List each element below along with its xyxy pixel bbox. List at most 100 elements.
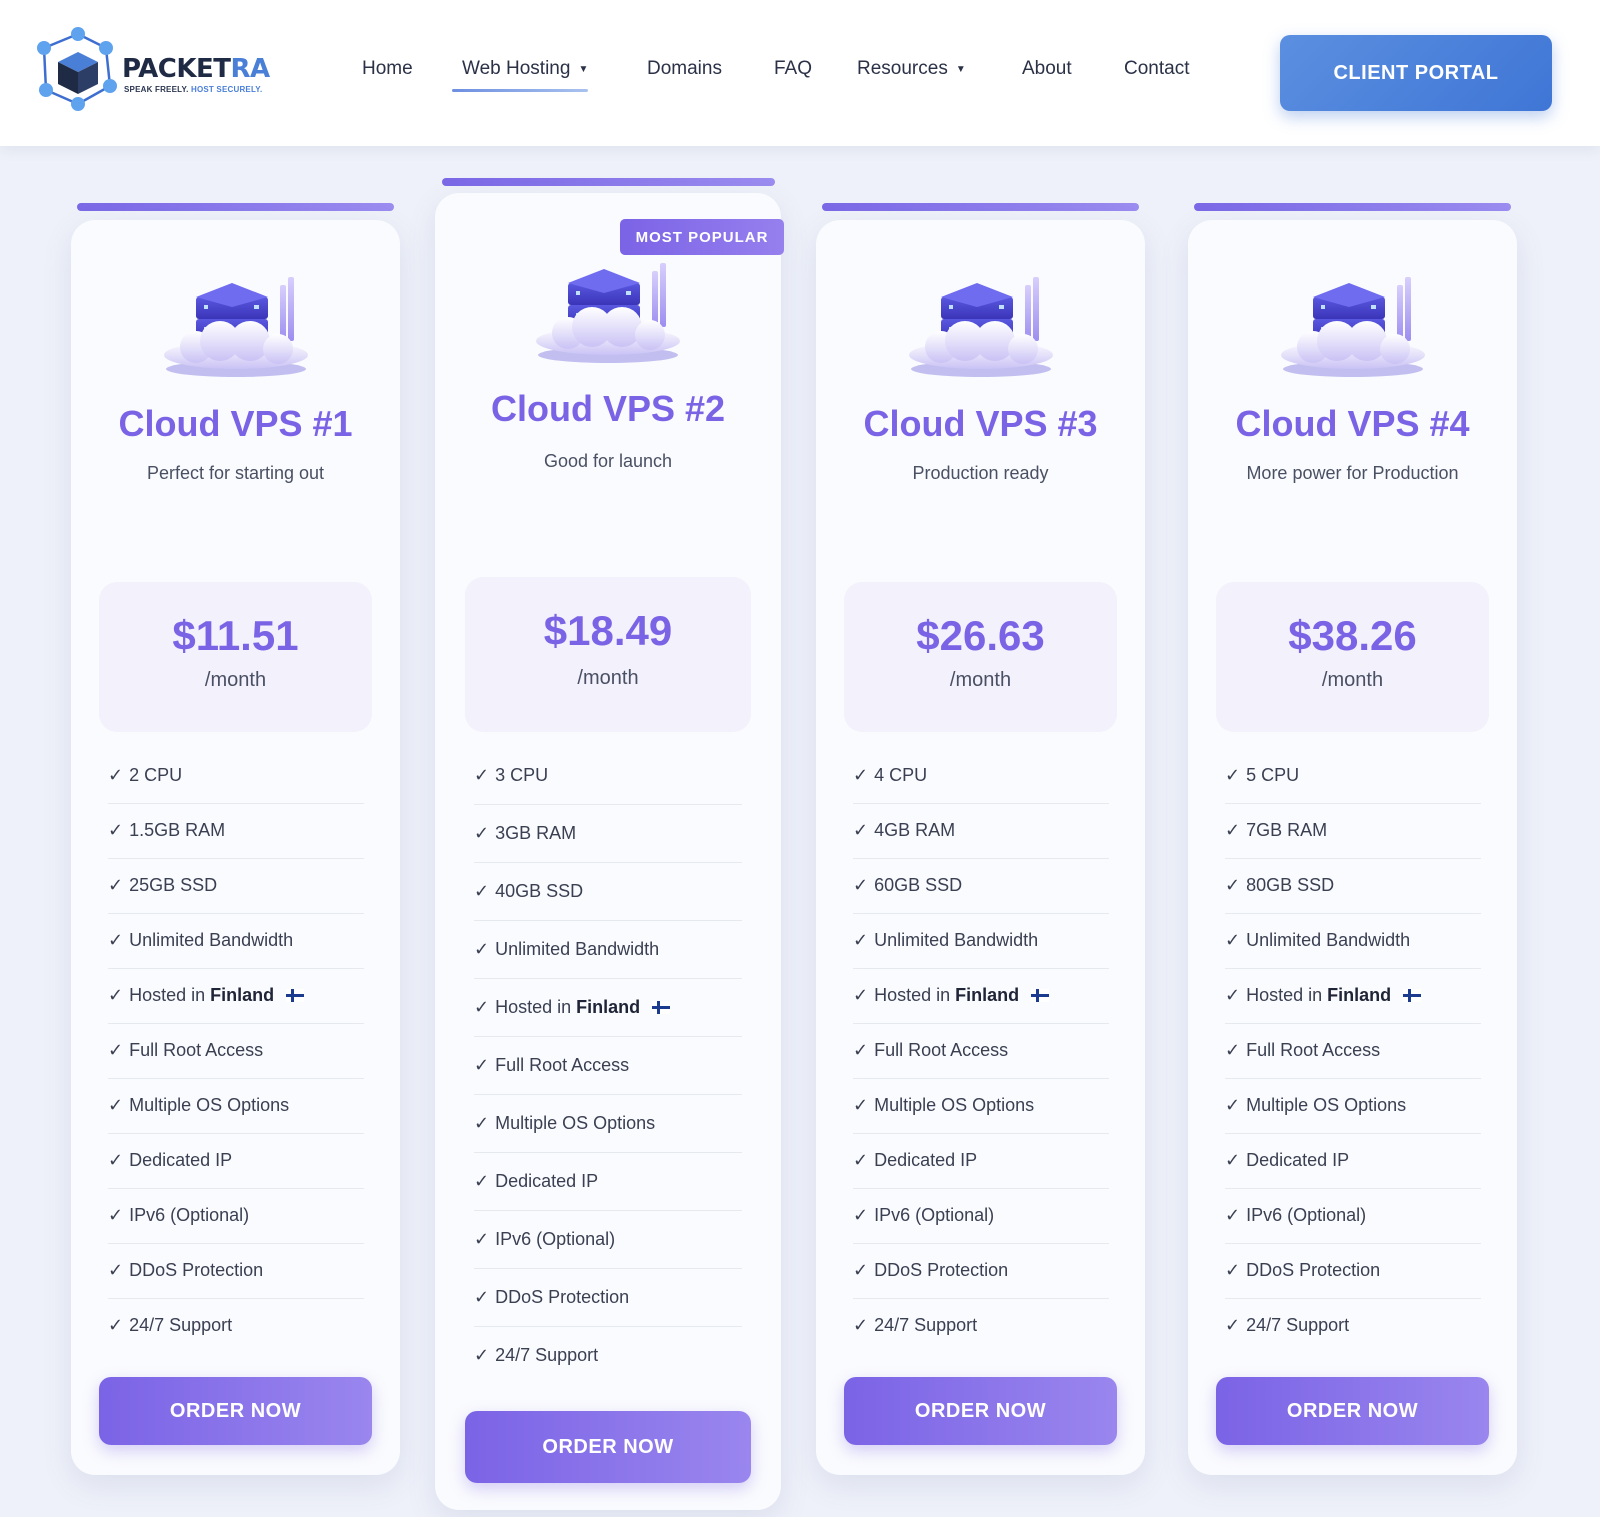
feature-text: Hosted in bbox=[874, 985, 951, 1005]
feature-text: 24/7 Support bbox=[1246, 1315, 1350, 1335]
feature-item: ✓ IPv6 (Optional) bbox=[853, 1190, 1109, 1244]
feature-text: 2 CPU bbox=[129, 765, 183, 785]
tagline-part2: HOST SECURELY. bbox=[188, 85, 263, 94]
feature-item: ✓ Full Root Access bbox=[108, 1025, 364, 1079]
finland-flag-icon bbox=[1403, 989, 1422, 1002]
feature-text: Multiple OS Options bbox=[129, 1095, 290, 1115]
plan-card-2: Cloud VPS #2 Good for launch $18.49 /mon… bbox=[435, 193, 781, 1510]
nav-resources[interactable]: Resources ▼ bbox=[857, 58, 966, 80]
feature-item: ✓ 4GB RAM bbox=[853, 805, 1109, 859]
feature-text: 24/7 Support bbox=[129, 1315, 233, 1335]
feature-text: DDoS Protection bbox=[1246, 1260, 1381, 1280]
feature-item: ✓ Unlimited Bandwidth bbox=[1225, 915, 1481, 969]
feature-text: IPv6 (Optional) bbox=[495, 1229, 616, 1249]
price-period: /month bbox=[577, 667, 639, 689]
plan-price: $18.49 bbox=[543, 607, 673, 654]
feature-item-location: ✓ Hosted in Finland bbox=[474, 981, 742, 1037]
feature-item: ✓ IPv6 (Optional) bbox=[1225, 1190, 1481, 1244]
location-name: Finland bbox=[576, 997, 641, 1017]
price-box: $26.63 /month bbox=[844, 582, 1117, 732]
order-now-button[interactable]: ORDER NOW bbox=[1216, 1377, 1489, 1445]
tagline-part1: SPEAK FREELY. bbox=[124, 85, 189, 94]
feature-text: Hosted in bbox=[495, 997, 572, 1017]
nav-domains[interactable]: Domains bbox=[647, 58, 722, 80]
feature-item: ✓ 24/7 Support bbox=[1225, 1315, 1350, 1335]
plan-2-accent-bar bbox=[442, 178, 775, 186]
feature-item-location: ✓ Hosted in Finland bbox=[1225, 970, 1481, 1024]
cloud-server-icon bbox=[1280, 277, 1425, 377]
plan-subtitle: More power for Production bbox=[1246, 463, 1459, 483]
active-nav-indicator bbox=[452, 89, 588, 92]
feature-text: Hosted in bbox=[1246, 985, 1323, 1005]
feature-item: ✓ 80GB SSD bbox=[1225, 860, 1481, 914]
feature-item: ✓ 24/7 Support bbox=[474, 1345, 599, 1365]
feature-item: ✓ 5 CPU bbox=[1225, 750, 1481, 804]
nav-faq[interactable]: FAQ bbox=[774, 58, 812, 80]
cloud-server-icon bbox=[163, 277, 308, 377]
plan-card-4: Cloud VPS #4 More power for Production $… bbox=[1188, 220, 1517, 1475]
feature-text: 3GB RAM bbox=[495, 823, 577, 843]
feature-item: ✓ Dedicated IP bbox=[853, 1135, 1109, 1189]
feature-item: ✓ Multiple OS Options bbox=[1225, 1080, 1481, 1134]
feature-item: ✓ Multiple OS Options bbox=[853, 1080, 1109, 1134]
feature-text: 7GB RAM bbox=[1246, 820, 1328, 840]
feature-item: ✓ Full Root Access bbox=[1225, 1025, 1481, 1079]
nav-web-hosting-label: Web Hosting bbox=[462, 58, 571, 79]
nav-web-hosting[interactable]: Web Hosting ▼ bbox=[462, 58, 588, 80]
nav-about[interactable]: About bbox=[1022, 58, 1072, 80]
feature-text: Dedicated IP bbox=[495, 1171, 599, 1191]
feature-text: 5 CPU bbox=[1246, 765, 1300, 785]
price-box: $11.51 /month bbox=[99, 582, 372, 732]
feature-text: 4GB RAM bbox=[874, 820, 956, 840]
order-now-button[interactable]: ORDER NOW bbox=[99, 1377, 372, 1445]
feature-item: ✓ DDoS Protection bbox=[853, 1245, 1109, 1299]
feature-text: Dedicated IP bbox=[1246, 1150, 1350, 1170]
most-popular-badge: MOST POPULAR bbox=[620, 219, 784, 255]
brand-name-part2: RA bbox=[230, 54, 271, 84]
price-box: $18.49 /month bbox=[465, 577, 751, 732]
location-name: Finland bbox=[1327, 985, 1392, 1005]
nav-home[interactable]: Home bbox=[362, 58, 413, 80]
plan-price: $38.26 bbox=[1288, 612, 1417, 659]
price-period: /month bbox=[949, 669, 1012, 691]
feature-text: Full Root Access bbox=[129, 1040, 264, 1060]
plan-title: Cloud VPS #4 bbox=[1235, 403, 1470, 444]
nav-faq-label: FAQ bbox=[774, 58, 813, 79]
feature-text: 80GB SSD bbox=[1246, 875, 1335, 895]
plan-4-accent-bar bbox=[1194, 203, 1511, 211]
feature-text: 40GB SSD bbox=[495, 881, 584, 901]
feature-text: IPv6 (Optional) bbox=[874, 1205, 995, 1225]
feature-item-location: ✓ Hosted in Finland bbox=[853, 970, 1109, 1024]
nav-about-label: About bbox=[1022, 58, 1072, 79]
feature-item: ✓ 24/7 Support bbox=[853, 1315, 978, 1335]
feature-text: Hosted in bbox=[129, 985, 206, 1005]
nav-home-label: Home bbox=[362, 58, 413, 79]
feature-item: ✓ Multiple OS Options bbox=[108, 1080, 364, 1134]
feature-text: 24/7 Support bbox=[495, 1345, 599, 1365]
brand-logo[interactable]: PACKETRA SPEAK FREELY. HOST SECURELY. bbox=[34, 24, 274, 114]
feature-item: ✓ Unlimited Bandwidth bbox=[474, 923, 742, 979]
plan-subtitle: Good for launch bbox=[543, 451, 673, 471]
order-now-button[interactable]: ORDER NOW bbox=[844, 1377, 1117, 1445]
feature-text: Unlimited Bandwidth bbox=[129, 930, 294, 950]
nav-domains-label: Domains bbox=[647, 58, 722, 79]
client-portal-button[interactable]: CLIENT PORTAL bbox=[1280, 35, 1552, 111]
caret-down-icon: ▼ bbox=[955, 64, 966, 75]
order-now-button[interactable]: ORDER NOW bbox=[465, 1411, 751, 1483]
feature-text: 60GB SSD bbox=[874, 875, 963, 895]
feature-text: 1.5GB RAM bbox=[129, 820, 226, 840]
nav-contact[interactable]: Contact bbox=[1124, 58, 1189, 80]
finland-flag-icon bbox=[652, 1001, 671, 1014]
feature-item: ✓ 2 CPU bbox=[108, 750, 364, 804]
feature-item: ✓ 25GB SSD bbox=[108, 860, 364, 914]
plan-title: Cloud VPS #2 bbox=[490, 388, 726, 429]
feature-item: ✓ Unlimited Bandwidth bbox=[853, 915, 1109, 969]
brand-wordmark: PACKETRA bbox=[122, 54, 270, 84]
feature-text: Unlimited Bandwidth bbox=[495, 939, 660, 959]
feature-item: ✓ 3GB RAM bbox=[474, 807, 742, 863]
plan-subtitle: Perfect for starting out bbox=[146, 463, 325, 483]
cloud-server-icon bbox=[536, 263, 680, 363]
feature-item: ✓ 4 CPU bbox=[853, 750, 1109, 804]
plan-3-accent-bar bbox=[822, 203, 1139, 211]
brand-name-part1: PACKET bbox=[122, 54, 231, 84]
